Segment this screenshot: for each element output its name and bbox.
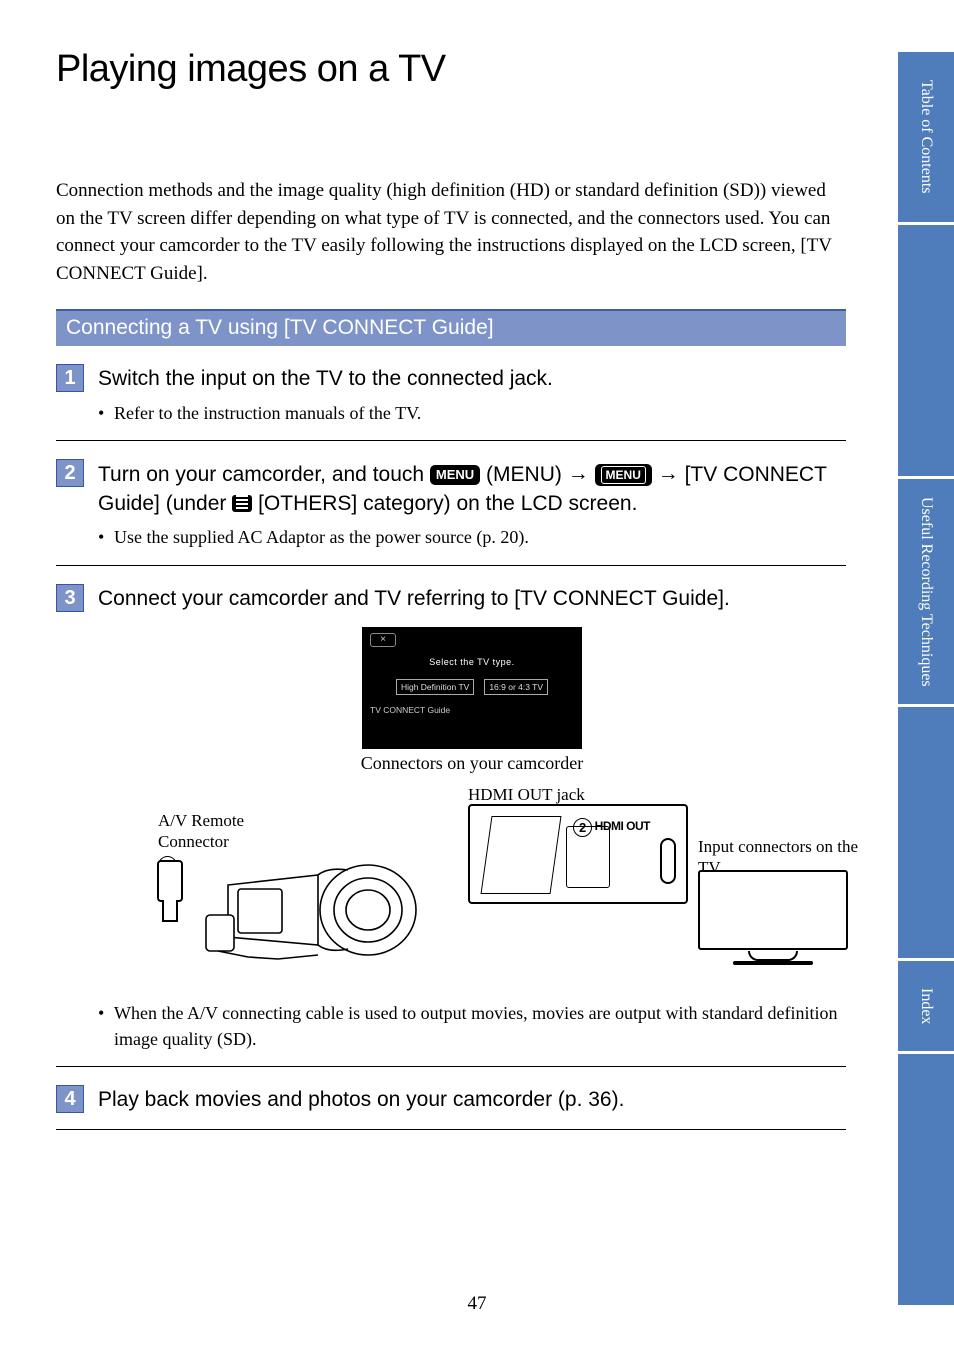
lcd-option-169: 16:9 or 4:3 TV <box>484 679 548 695</box>
page-title: Playing images on a TV <box>56 48 846 91</box>
step-bullet: Use the supplied AC Adaptor as the power… <box>98 524 846 550</box>
lcd-prompt: Select the TV type. <box>370 657 574 667</box>
close-icon: × <box>370 633 396 647</box>
separator <box>56 440 846 441</box>
hdmi-out-label: HDMI OUT <box>595 819 650 833</box>
lcd-footer: TV CONNECT Guide <box>370 705 574 715</box>
menu-icon: MENU <box>430 465 480 485</box>
arrow-icon: → <box>658 462 679 485</box>
text: Turn on your camcorder, and touch <box>98 463 430 486</box>
step-number: 4 <box>56 1085 84 1113</box>
text: (MENU) <box>486 463 568 486</box>
arrow-icon: → <box>568 462 589 485</box>
tv-illustration <box>698 870 848 965</box>
step-2: 2 Turn on your camcorder, and touch MENU… <box>56 459 846 551</box>
lcd-screenshot: × Select the TV type. High Definition TV… <box>362 627 582 749</box>
step-title: Connect your camcorder and TV referring … <box>98 584 846 613</box>
section-heading: Connecting a TV using [TV CONNECT Guide] <box>56 309 846 346</box>
tab-useful-recording[interactable]: Useful Recording Techniques <box>898 479 954 705</box>
separator <box>56 1129 846 1130</box>
separator <box>56 1066 846 1067</box>
tab-spacer <box>898 707 954 958</box>
connector-diagram: HDMI OUT jack A/V Remote Connector 1 Inp… <box>98 790 846 990</box>
step-number: 3 <box>56 584 84 612</box>
side-tabs: Table of Contents Useful Recording Techn… <box>898 52 954 1305</box>
tab-spacer <box>898 1054 954 1305</box>
tab-table-of-contents[interactable]: Table of Contents <box>898 52 954 222</box>
text: [OTHERS] category) on the LCD screen. <box>258 492 637 515</box>
callout-2-icon: 2 <box>573 818 592 837</box>
step-number: 1 <box>56 364 84 392</box>
step-number: 2 <box>56 459 84 487</box>
menu-outline-icon: MENU <box>595 464 652 487</box>
camcorder-illustration <box>198 845 428 975</box>
separator <box>56 565 846 566</box>
tab-spacer <box>898 225 954 476</box>
label-hdmi-jack: HDMI OUT jack <box>468 784 585 805</box>
step-1: 1 Switch the input on the TV to the conn… <box>56 364 846 425</box>
page-body: Playing images on a TV Connection method… <box>56 48 846 1148</box>
step-bullet: Refer to the instruction manuals of the … <box>98 400 846 426</box>
others-category-icon <box>232 495 252 512</box>
step-3: 3 Connect your camcorder and TV referrin… <box>56 584 846 1053</box>
step-title: Play back movies and photos on your camc… <box>98 1085 846 1114</box>
step-title: Turn on your camcorder, and touch MENU (… <box>98 459 846 519</box>
lcd-option-hd: High Definition TV <box>396 679 474 695</box>
step-title: Switch the input on the TV to the connec… <box>98 364 846 393</box>
tab-index[interactable]: Index <box>898 961 954 1051</box>
step-bullet: When the A/V connecting cable is used to… <box>98 1000 846 1052</box>
step-4: 4 Play back movies and photos on your ca… <box>56 1085 846 1114</box>
intro-paragraph: Connection methods and the image quality… <box>56 177 846 287</box>
hdmi-panel-illustration: 2 HDMI OUT <box>468 804 688 904</box>
diagram-caption: Connectors on your camcorder <box>98 753 846 774</box>
av-plug-illustration <box>148 860 192 940</box>
page-number: 47 <box>0 1293 954 1315</box>
